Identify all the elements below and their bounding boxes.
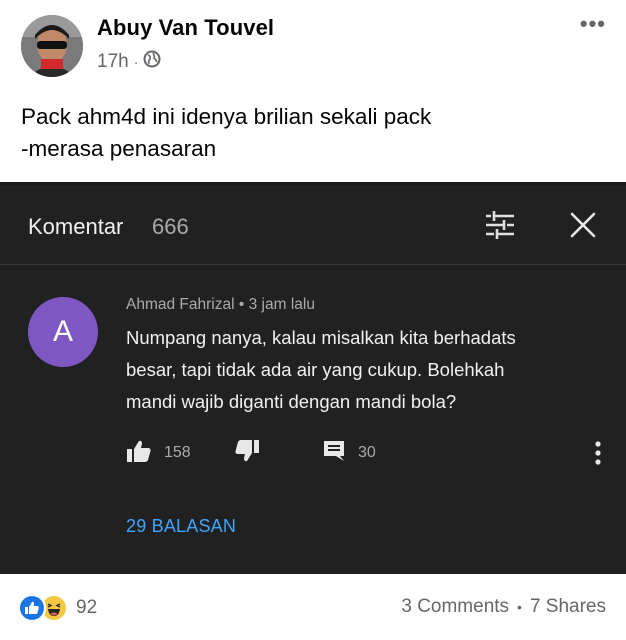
commenter-name[interactable]: Ahmad Fahrizal — [126, 296, 235, 313]
post-text-line: Pack ahm4d ini idenya brilian sekali pac… — [21, 104, 432, 129]
comments-count: 666 — [152, 214, 189, 239]
shares-count-link[interactable]: 7 Shares — [530, 596, 606, 618]
comment-bubble-icon — [322, 439, 346, 468]
post-time[interactable]: 17h — [97, 51, 129, 73]
comment-line: mandi wajib diganti dengan mandi bola? — [126, 391, 457, 412]
thumbs-up-icon — [126, 439, 152, 468]
comments-count-link[interactable]: 3 Comments — [401, 596, 509, 618]
dislike-button[interactable] — [234, 437, 260, 469]
post-footer: 92 3 Comments • 7 Shares — [0, 574, 626, 640]
comment-meta: Ahmad Fahrizal • 3 jam lalu — [126, 296, 315, 314]
reply-count: 30 — [358, 444, 376, 461]
stats-separator: • — [517, 599, 522, 615]
author-avatar[interactable] — [21, 15, 83, 77]
sort-filter-icon[interactable] — [483, 210, 517, 240]
like-button[interactable]: 158 — [126, 437, 191, 469]
thumbs-down-icon — [234, 439, 260, 468]
reactions-summary[interactable]: 92 — [18, 594, 97, 622]
post-text: Pack ahm4d ini idenya brilian sekali pac… — [21, 101, 611, 165]
commenter-avatar[interactable]: A — [28, 297, 98, 367]
post-meta: 17h · — [97, 50, 161, 74]
post-image-youtube-comment[interactable]: Komentar 666 A Ahmad Fahrizal • 3 jam la… — [0, 182, 626, 574]
comment-line: Numpang nanya, kalau misalkan kita berha… — [126, 327, 516, 348]
comment-time: 3 jam lalu — [248, 296, 315, 313]
reaction-count: 92 — [76, 597, 98, 618]
close-icon[interactable] — [567, 209, 599, 241]
comment-meta-separator: • — [238, 296, 245, 313]
meta-separator: · — [133, 54, 139, 70]
view-replies-link[interactable]: 29 BALASAN — [126, 516, 236, 537]
post-author-name[interactable]: Abuy Van Touvel — [97, 15, 274, 41]
reply-button[interactable]: 30 — [322, 437, 376, 469]
commenter-avatar-letter: A — [52, 315, 73, 348]
author-avatar-image — [21, 15, 83, 77]
like-reaction-icon — [18, 594, 46, 622]
post-more-button[interactable]: ••• — [580, 13, 606, 35]
post-header: Abuy Van Touvel 17h · ••• — [0, 0, 626, 90]
globe-icon — [143, 50, 161, 74]
post-stats: 3 Comments • 7 Shares — [401, 596, 606, 618]
comment-actions: 158 30 — [126, 437, 606, 469]
comment-body: Numpang nanya, kalau misalkan kita berha… — [126, 322, 586, 418]
comment-more-icon[interactable] — [588, 437, 608, 469]
sheet-divider — [0, 264, 626, 265]
comments-sheet-header: Komentar 666 — [0, 185, 626, 263]
comments-title: Komentar — [28, 214, 124, 239]
like-count: 158 — [164, 444, 191, 461]
post-text-line: -merasa penasaran — [21, 136, 217, 161]
comment-line: besar, tapi tidak ada air yang cukup. Bo… — [126, 359, 505, 380]
